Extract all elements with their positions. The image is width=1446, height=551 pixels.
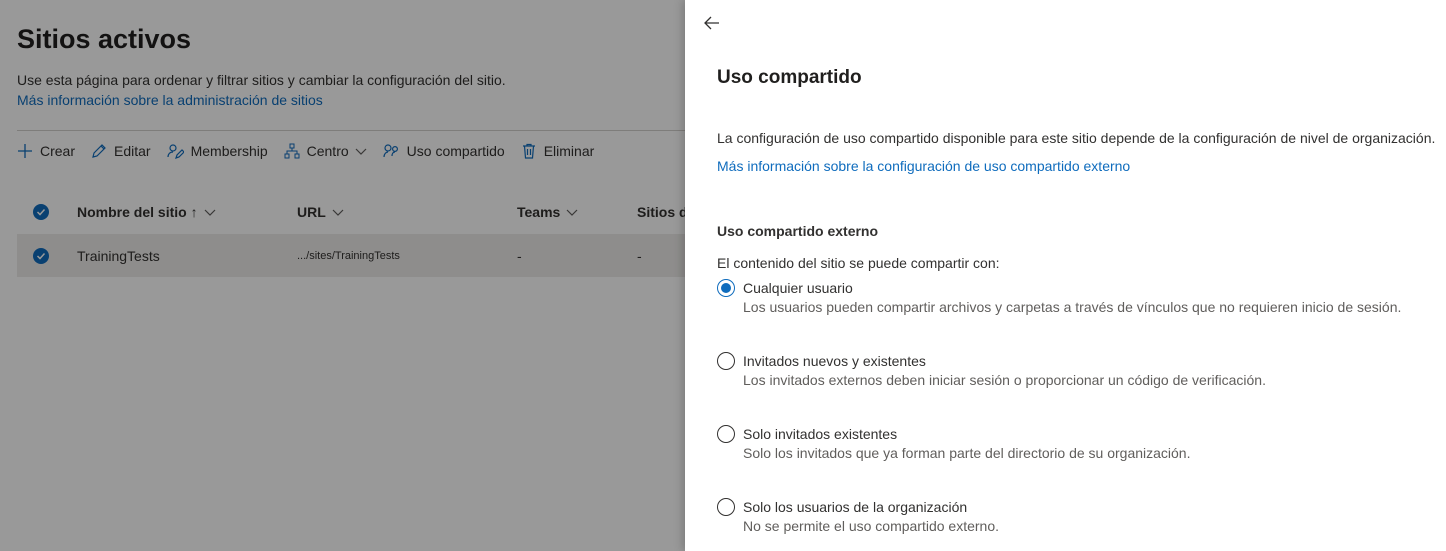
radio-button[interactable] xyxy=(717,498,735,516)
radio-button[interactable] xyxy=(717,352,735,370)
option-description: No se permite el uso compartido externo. xyxy=(743,518,1000,534)
sharing-panel: Uso compartido La configuración de uso c… xyxy=(685,0,1446,551)
option-label[interactable]: Cualquier usuario xyxy=(743,280,853,296)
option-label[interactable]: Solo invitados existentes xyxy=(743,426,897,442)
external-sharing-link[interactable]: Más información sobre la configuración d… xyxy=(717,158,1130,174)
option-label[interactable]: Solo los usuarios de la organización xyxy=(743,499,967,515)
back-button[interactable] xyxy=(701,12,723,34)
radio-button[interactable] xyxy=(717,279,735,297)
section-title: Uso compartido externo xyxy=(717,223,879,239)
panel-description: La configuración de uso compartido dispo… xyxy=(717,130,1436,146)
option-description: Los invitados externos deben iniciar ses… xyxy=(743,372,1266,388)
option-description: Solo los invitados que ya forman parte d… xyxy=(743,445,1191,461)
panel-title: Uso compartido xyxy=(717,67,862,88)
radio-button[interactable] xyxy=(717,425,735,443)
arrow-left-icon xyxy=(704,16,719,30)
modal-overlay[interactable] xyxy=(0,0,685,551)
option-description: Los usuarios pueden compartir archivos y… xyxy=(743,299,1402,315)
section-subtitle: El contenido del sitio se puede comparti… xyxy=(717,255,1000,271)
option-label[interactable]: Invitados nuevos y existentes xyxy=(743,353,926,369)
